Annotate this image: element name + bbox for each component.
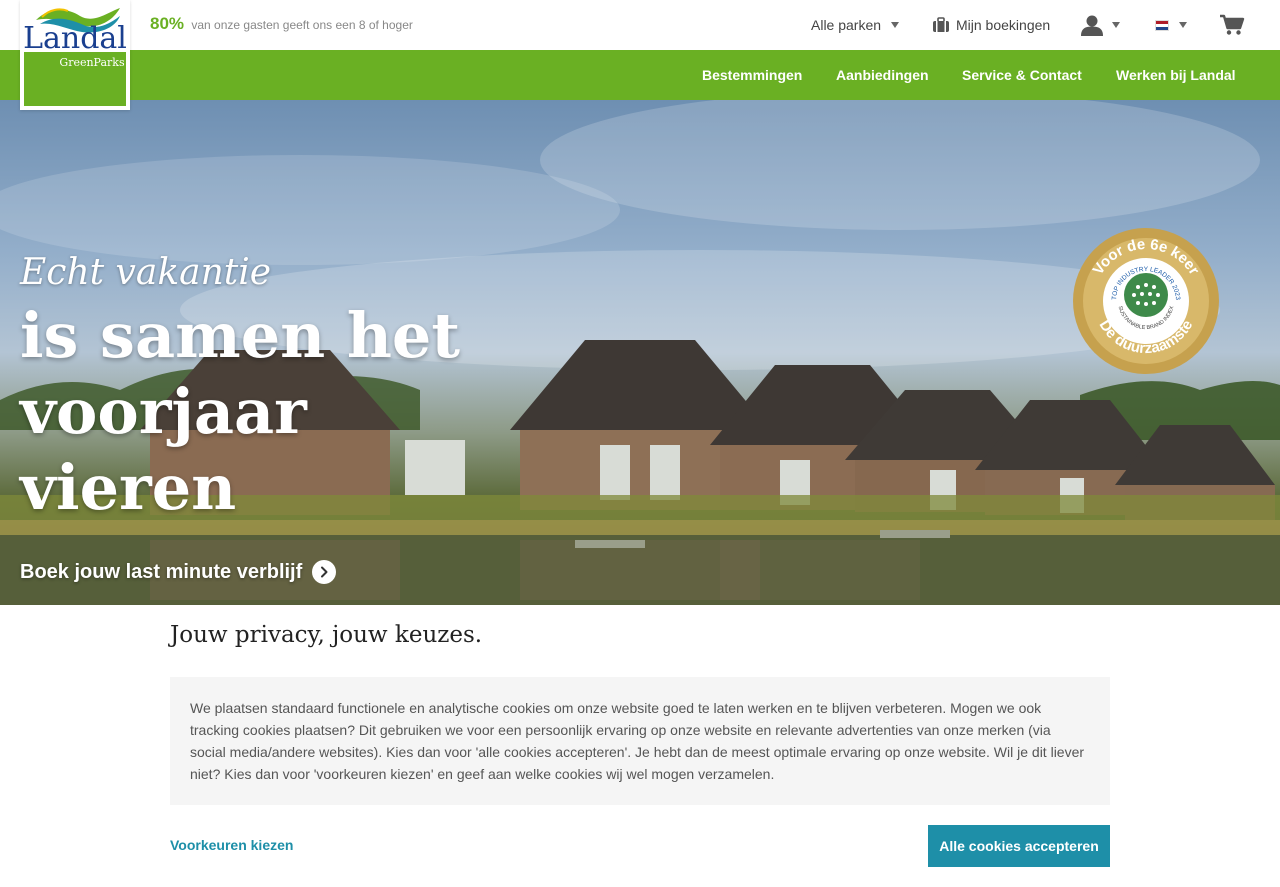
logo-graphic: Landal GreenParks [23, 8, 127, 106]
cart-button[interactable] [1219, 0, 1245, 50]
nav-item-werken-bij-landal[interactable]: Werken bij Landal [1116, 50, 1236, 100]
hero-title-line: is samen het [20, 299, 460, 372]
nav-item-bestemmingen[interactable]: Bestemmingen [702, 50, 802, 100]
my-bookings-link[interactable]: Mijn boekingen [932, 0, 1050, 50]
language-selector[interactable] [1155, 0, 1187, 50]
hero-title-line: vieren [20, 451, 237, 524]
main-nav: Bestemmingen Aanbiedingen Service & Cont… [0, 50, 1280, 100]
privacy-text-box: We plaatsen standaard functionele en ana… [170, 677, 1110, 805]
rating-banner: 80% van onze gasten geeft ons een 8 of h… [150, 14, 413, 34]
user-icon [1080, 14, 1104, 36]
chevron-down-icon [1112, 22, 1120, 28]
my-bookings-label: Mijn boekingen [956, 17, 1051, 33]
cart-icon [1219, 14, 1245, 36]
logo-brand-text: Landal [23, 21, 127, 56]
suitcase-icon [932, 17, 950, 33]
parks-dropdown-label: Alle parken [811, 17, 882, 33]
rating-text: van onze gasten geeft ons een 8 of hoger [191, 18, 413, 32]
chevron-down-icon [891, 22, 900, 28]
chevron-right-icon [312, 560, 337, 584]
chevron-down-icon [1179, 22, 1187, 28]
sustainability-award-badge: Voor de 6e keer De duurzaamste TOP INDUS… [1072, 227, 1220, 375]
parks-dropdown[interactable]: Alle parken [811, 0, 900, 50]
hero-title-line: voorjaar [20, 375, 307, 448]
top-bar: 80% van onze gasten geeft ons een 8 of h… [0, 0, 1280, 50]
hero-cta-link[interactable]: Boek jouw last minute verblijf [20, 560, 337, 584]
privacy-title: Jouw privacy, jouw keuzes. [170, 622, 483, 648]
flag-nl-icon [1155, 19, 1169, 31]
landal-logo[interactable]: Landal GreenParks [20, 0, 130, 110]
hero-cta-label: Boek jouw last minute verblijf [20, 560, 303, 583]
rating-percent: 80% [150, 14, 185, 33]
preferences-link[interactable]: Voorkeuren kiezen [170, 837, 293, 853]
hero-banner: Echt vakantie is samen het voorjaar vier… [0, 100, 1280, 605]
privacy-body-text: We plaatsen standaard functionele en ana… [190, 700, 1085, 782]
hero-title: is samen het voorjaar vieren [20, 298, 500, 526]
account-menu[interactable] [1080, 0, 1120, 50]
nav-item-aanbiedingen[interactable]: Aanbiedingen [836, 50, 929, 100]
accept-all-cookies-button[interactable]: Alle cookies accepteren [928, 825, 1110, 867]
logo-sub-text: GreenParks [59, 56, 125, 69]
nav-item-service-contact[interactable]: Service & Contact [962, 50, 1082, 100]
hero-script-heading: Echt vakantie [20, 252, 272, 293]
